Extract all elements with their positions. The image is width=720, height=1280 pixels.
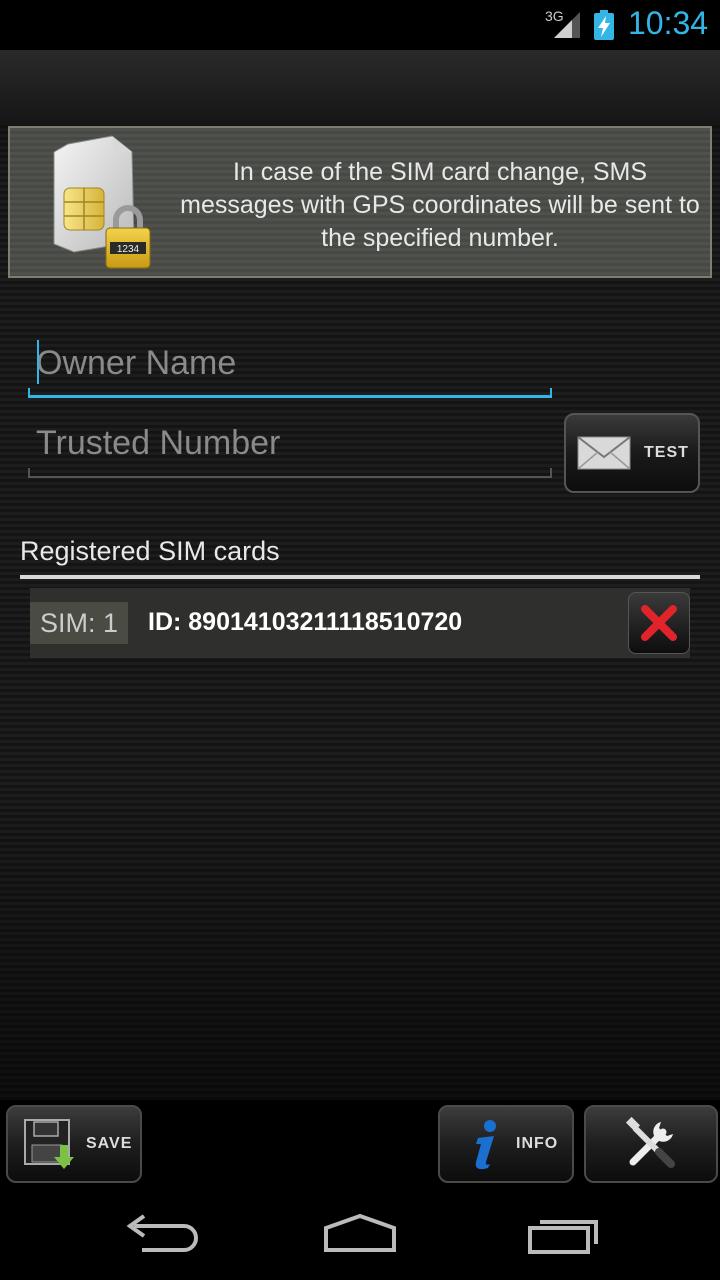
status-bar: 3G 10:34 [0, 0, 720, 50]
info-panel: 1234 In case of the SIM card change, SMS… [8, 126, 712, 278]
recents-icon[interactable] [524, 1212, 604, 1256]
action-bar: SAVE INFO [0, 1100, 720, 1192]
owner-name-underline [28, 388, 552, 398]
list-item: SIM: 1 ID: 89014103211118510720 [30, 588, 690, 658]
delete-icon [641, 605, 677, 641]
test-sms-button[interactable]: TEST [564, 413, 700, 493]
signal-strength-icon [554, 12, 580, 38]
save-button[interactable]: SAVE [6, 1105, 142, 1183]
battery-charging-icon [594, 10, 614, 40]
delete-sim-button[interactable] [628, 592, 690, 654]
trusted-number-field-wrapper [28, 408, 552, 478]
app-content: 1234 In case of the SIM card change, SMS… [0, 50, 720, 1100]
tools-icon [625, 1116, 675, 1168]
save-label: SAVE [86, 1135, 133, 1152]
save-disk-icon [24, 1119, 74, 1169]
sim-card-lock-icon: 1234 [53, 135, 151, 269]
trusted-number-underline [28, 468, 552, 478]
envelope-icon [577, 436, 631, 470]
navigation-bar [0, 1192, 720, 1280]
section-divider [20, 575, 700, 579]
sim-slot-tag: SIM: 1 [30, 602, 129, 644]
status-clock: 10:34 [628, 5, 709, 41]
title-bar [0, 50, 720, 122]
registered-sims-title: Registered SIM cards [20, 536, 280, 566]
back-icon[interactable] [120, 1212, 200, 1256]
owner-name-field-wrapper [28, 328, 552, 398]
home-icon[interactable] [320, 1212, 400, 1256]
text-cursor [37, 340, 39, 384]
info-label: INFO [516, 1135, 559, 1152]
sim-id-label: ID: 89014103211118510720 [148, 608, 463, 636]
info-button[interactable]: INFO [438, 1105, 574, 1183]
test-button-label: TEST [644, 444, 689, 461]
info-message: In case of the SIM card change, SMS mess… [180, 158, 700, 252]
info-icon [475, 1120, 496, 1170]
settings-tools-button[interactable] [584, 1105, 718, 1183]
lock-code-label: 1234 [117, 244, 140, 255]
